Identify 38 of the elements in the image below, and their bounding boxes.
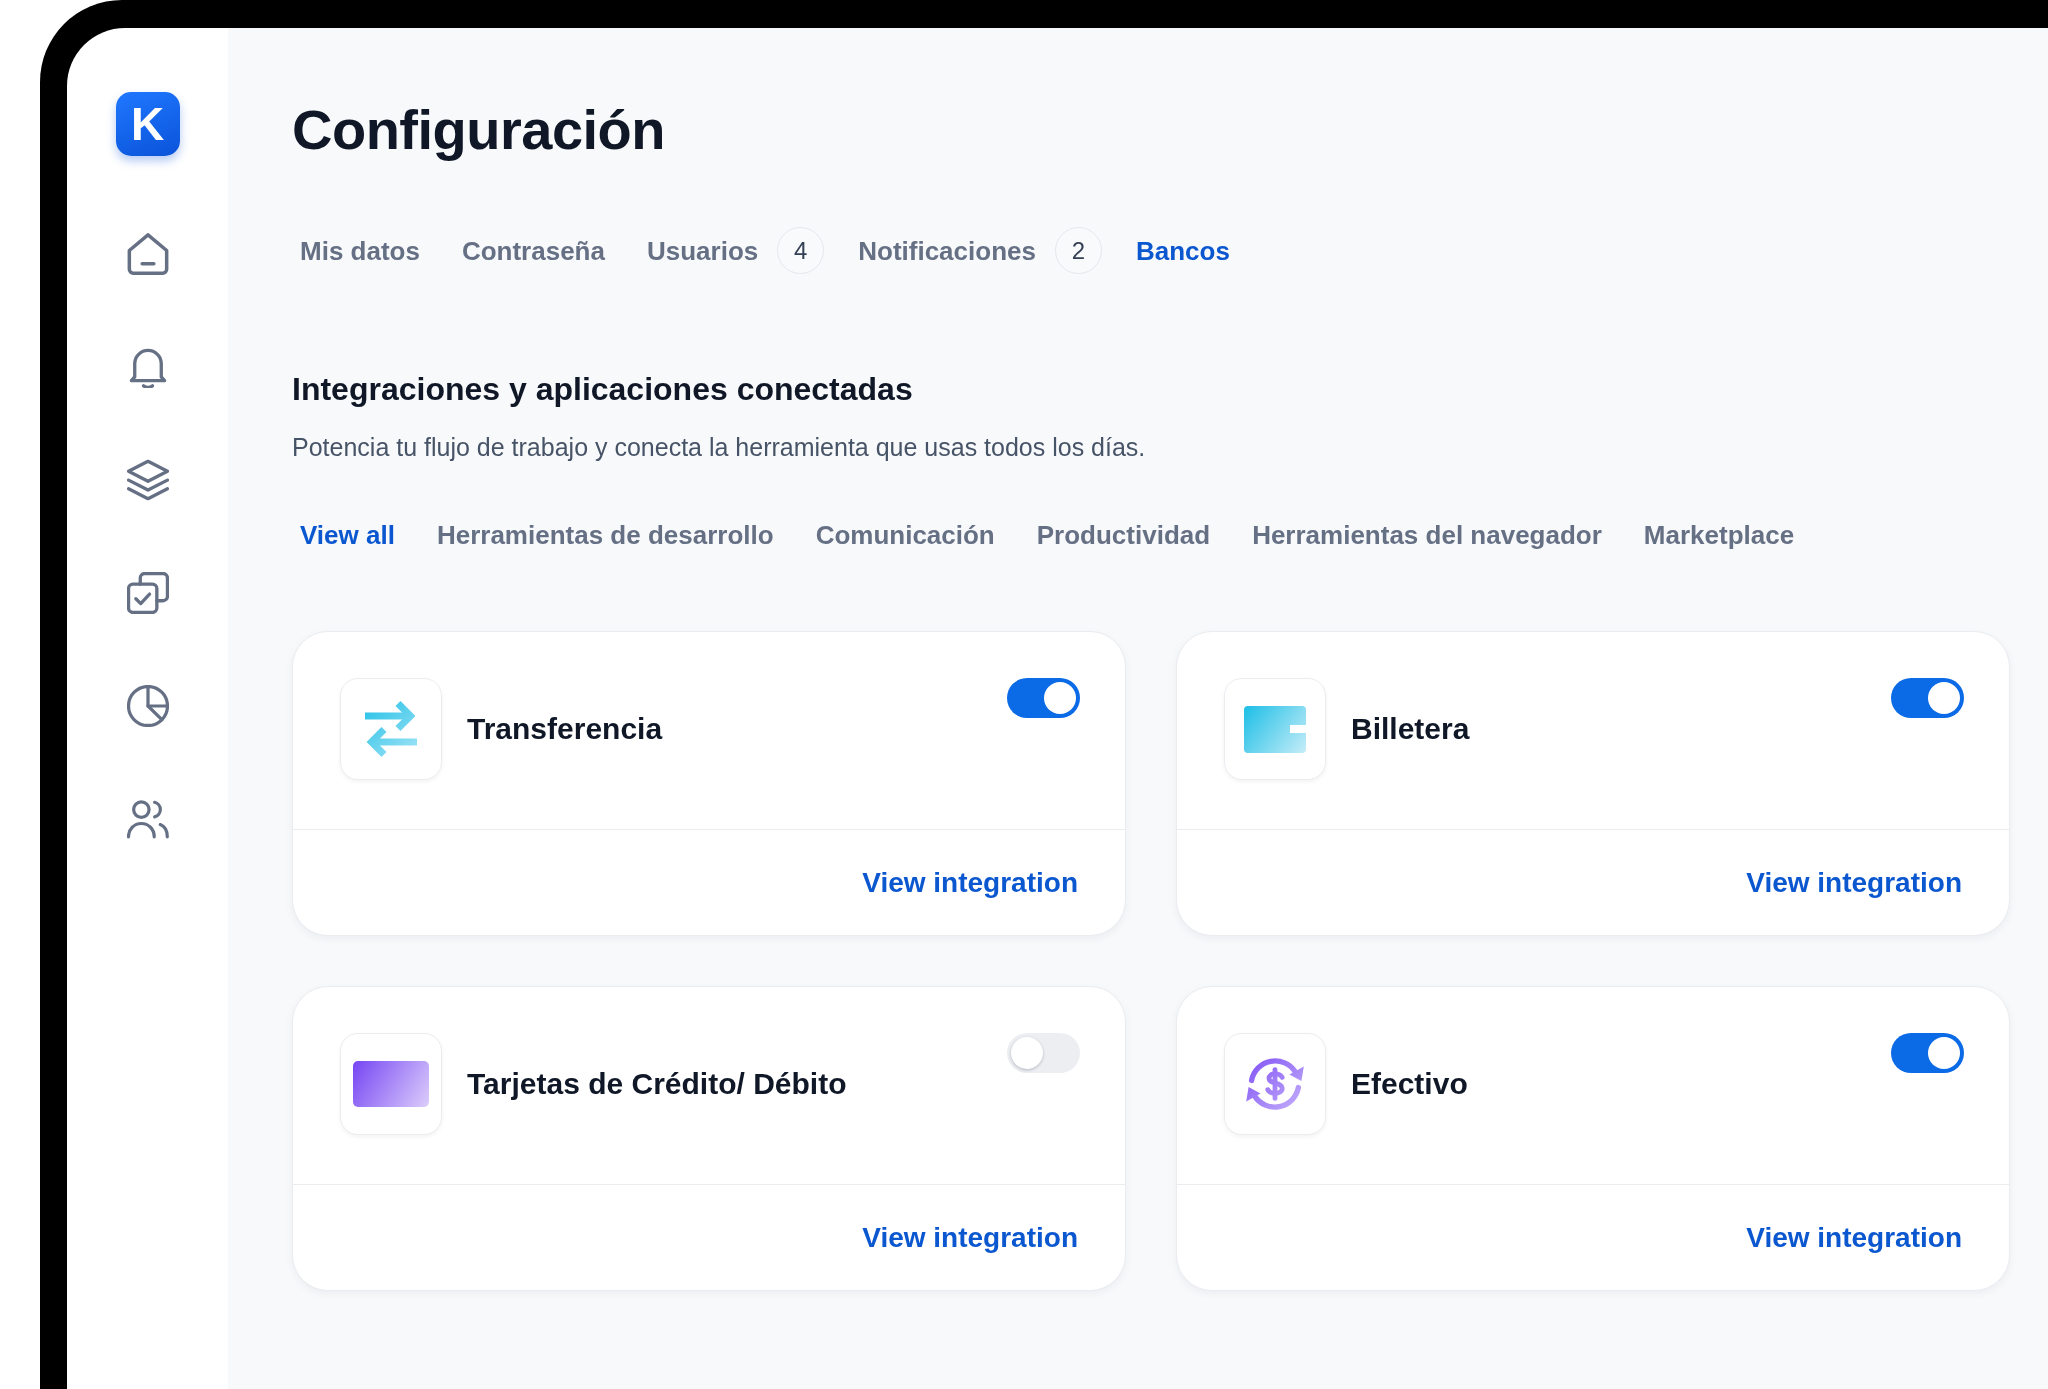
view-integration-link[interactable]: View integration xyxy=(1746,866,1962,899)
users-icon[interactable] xyxy=(126,798,169,840)
credit-card-icon xyxy=(340,1033,442,1135)
section-heading: Integraciones y aplicaciones conectadas xyxy=(292,370,914,409)
integration-title: Billetera xyxy=(1351,711,1470,747)
settings-tab[interactable]: Bancos xyxy=(1127,232,1238,269)
toggle-switch[interactable] xyxy=(1007,1033,1080,1073)
app-logo[interactable]: K xyxy=(115,92,180,156)
category-tab[interactable]: Comunicación xyxy=(807,517,1003,553)
view-integration-link[interactable]: View integration xyxy=(862,1221,1078,1254)
count-badge: 2 xyxy=(1054,227,1102,274)
settings-tab[interactable]: Notificaciones xyxy=(850,232,1044,269)
page-title: Configuración xyxy=(292,97,667,163)
pie-chart-icon[interactable] xyxy=(126,685,169,727)
category-tab[interactable]: Herramientas del navegador xyxy=(1244,517,1610,553)
settings-tab[interactable]: Contraseña xyxy=(453,232,613,269)
wallet-icon xyxy=(1224,678,1326,780)
category-tab[interactable]: Herramientas de desarrollo xyxy=(428,517,782,553)
dollar-arrows-icon xyxy=(1224,1033,1326,1135)
section-description: Potencia tu flujo de trabajo y conecta la herramienta que usas todos los días. xyxy=(292,432,1147,463)
category-tab[interactable]: Productividad xyxy=(1028,517,1219,553)
swap-arrows-icon xyxy=(340,678,442,780)
toggle-switch[interactable] xyxy=(1891,1033,1964,1073)
category-tab[interactable]: View all xyxy=(292,517,403,553)
count-badge: 4 xyxy=(777,227,825,274)
layers-icon[interactable] xyxy=(126,459,169,501)
integration-title: Tarjetas de Crédito/ Débito xyxy=(467,1066,847,1102)
settings-tab[interactable]: Mis datos xyxy=(292,232,428,269)
checked-copy-icon[interactable] xyxy=(126,572,169,614)
integration-title: Transferencia xyxy=(467,711,663,747)
home-icon[interactable] xyxy=(126,233,169,275)
category-tab[interactable]: Marketplace xyxy=(1635,517,1803,553)
view-integration-link[interactable]: View integration xyxy=(862,866,1078,899)
settings-tab[interactable]: Usuarios xyxy=(638,232,767,269)
toggle-switch[interactable] xyxy=(1891,678,1964,718)
toggle-switch[interactable] xyxy=(1007,678,1080,718)
view-integration-link[interactable]: View integration xyxy=(1746,1221,1962,1254)
integration-title: Efectivo xyxy=(1351,1066,1468,1102)
